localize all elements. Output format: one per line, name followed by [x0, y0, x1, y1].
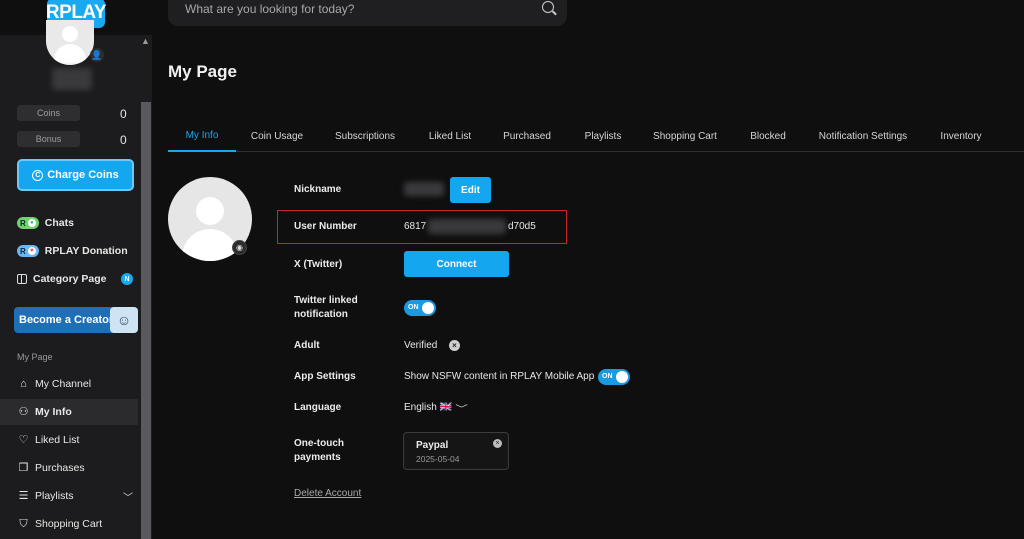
coin-icon: C — [32, 169, 44, 181]
sidebar-item-my-channel[interactable]: ⌂ My Channel — [0, 371, 138, 397]
user-number-prefix: 6817 — [404, 221, 427, 232]
nickname-label: Nickname — [294, 184, 342, 195]
blurred-username — [52, 68, 92, 90]
adult-status: Verified — [404, 340, 438, 351]
twitter-notification-label-2: notification — [294, 309, 348, 320]
app-root: RPLAY 👤 Coins 0 Bonus 0 C Charge Coins R… — [0, 0, 1024, 539]
new-badge: N — [121, 273, 133, 285]
tab-my-info[interactable]: My Info — [168, 120, 236, 152]
search-bar[interactable]: What are you looking for today? — [168, 0, 567, 26]
sidebar-item-liked-list[interactable]: ♡ Liked List — [0, 427, 138, 453]
payment-date: 2025-05-04 — [416, 454, 460, 464]
delete-account-link[interactable]: Delete Account — [294, 488, 361, 499]
charge-coins-label: Charge Coins — [47, 169, 119, 181]
tab-blocked[interactable]: Blocked — [738, 120, 798, 152]
donation-tag-icon: R ♥ — [17, 245, 39, 257]
search-input[interactable]: What are you looking for today? — [185, 2, 354, 16]
chevron-down-icon[interactable]: ﹀ — [123, 489, 133, 504]
tab-inventory[interactable]: Inventory — [930, 120, 992, 152]
tab-notification-settings[interactable]: Notification Settings — [808, 120, 918, 152]
sidebar-item-purchases[interactable]: ❐ Purchases — [0, 455, 138, 481]
search-icon[interactable] — [542, 1, 554, 13]
tab-playlists[interactable]: Playlists — [572, 120, 634, 152]
blurred-user-number — [428, 219, 506, 234]
chevron-down-icon[interactable]: ﹀ — [455, 402, 468, 415]
remove-payment-icon[interactable]: × — [493, 439, 502, 448]
bonus-value: 0 — [120, 133, 127, 147]
playlist-icon: ☰ — [18, 489, 29, 502]
sidebar-item-playlists[interactable]: ☰ Playlists — [0, 483, 138, 509]
sidebar-avatar[interactable] — [46, 20, 94, 65]
app-settings-label: App Settings — [294, 371, 356, 382]
tab-coin-usage[interactable]: Coin Usage — [238, 120, 316, 152]
sidebar: RPLAY 👤 Coins 0 Bonus 0 C Charge Coins R… — [0, 0, 152, 539]
tab-subscriptions[interactable]: Subscriptions — [320, 120, 410, 152]
twitter-notification-label-1: Twitter linked — [294, 295, 358, 306]
cart-icon: ⛉ — [19, 517, 28, 530]
close-circle-icon[interactable]: × — [449, 340, 460, 351]
chats-tag-icon: R ● — [17, 217, 39, 229]
adult-label: Adult — [294, 340, 320, 351]
sidebar-item-shopping-cart[interactable]: ⛉ Shopping Cart — [0, 511, 138, 537]
camera-icon[interactable]: ◉ — [232, 240, 247, 255]
language-label: Language — [294, 402, 342, 413]
sidebar-item-chats[interactable]: R ● Chats — [17, 212, 74, 234]
payment-name: Paypal — [416, 440, 449, 451]
sidebar-item-category[interactable]: Category Page — [17, 268, 107, 290]
payment-card[interactable]: Paypal 2025-05-04 × — [403, 432, 509, 470]
section-label-my-page: My Page — [17, 352, 53, 362]
sidebar-scrollbar[interactable]: ▲ — [138, 36, 152, 539]
nsfw-setting-text: Show NSFW content in RPLAY Mobile App — [404, 371, 595, 382]
scrollbar-thumb[interactable] — [141, 102, 151, 539]
user-number-suffix: d70d5 — [508, 221, 536, 232]
sidebar-item-my-info[interactable]: ⚇ My Info — [0, 399, 138, 425]
category-icon — [17, 274, 27, 284]
twitter-label: X (Twitter) — [294, 259, 343, 270]
one-touch-label-2: payments — [294, 452, 341, 463]
user-number-label: User Number — [294, 221, 357, 232]
tab-liked-list[interactable]: Liked List — [416, 120, 484, 152]
page-title: My Page — [168, 62, 237, 81]
coins-value: 0 — [120, 107, 127, 121]
language-select[interactable]: English 🇬🇧 — [404, 402, 452, 413]
twitter-notification-toggle[interactable]: ON — [404, 300, 436, 316]
tab-purchased[interactable]: Purchased — [490, 120, 564, 152]
creator-mascot-icon: ☺ — [110, 307, 138, 333]
charge-coins-button[interactable]: C Charge Coins — [17, 159, 134, 191]
tab-bar: My Info Coin Usage Subscriptions Liked L… — [168, 120, 1024, 152]
heart-icon: ♡ — [18, 433, 29, 446]
sidebar-item-donation[interactable]: R ♥ RPLAY Donation — [17, 240, 128, 262]
nsfw-toggle[interactable]: ON — [598, 369, 630, 385]
bonus-label: Bonus — [17, 131, 80, 147]
one-touch-label-1: One-touch — [294, 438, 344, 449]
user-badge-icon: 👤 — [90, 48, 104, 62]
copy-icon: ❐ — [18, 461, 29, 474]
tab-shopping-cart[interactable]: Shopping Cart — [642, 120, 728, 152]
scroll-up-icon[interactable]: ▲ — [141, 36, 150, 46]
coins-label: Coins — [17, 105, 80, 121]
edit-nickname-button[interactable]: Edit — [450, 177, 491, 203]
connect-twitter-button[interactable]: Connect — [404, 251, 509, 277]
home-icon: ⌂ — [20, 377, 27, 390]
user-icon: ⚇ — [18, 405, 29, 418]
blurred-nickname — [404, 182, 444, 196]
